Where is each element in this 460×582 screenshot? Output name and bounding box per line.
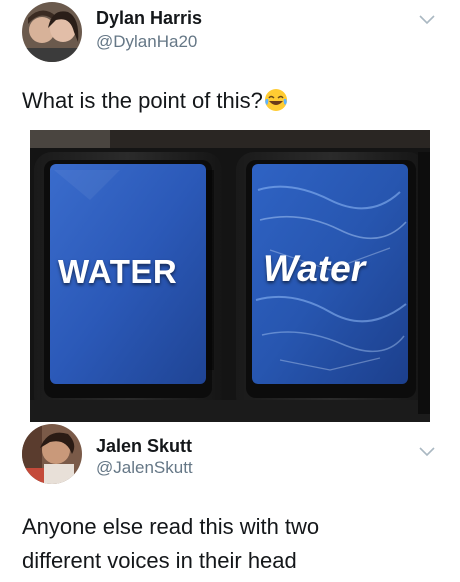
author-name[interactable]: Dylan Harris bbox=[96, 8, 202, 29]
author-handle[interactable]: @DylanHa20 bbox=[96, 32, 197, 52]
tweet-text: What is the point of this? bbox=[22, 84, 438, 118]
reply-text-line: Anyone else read this with two bbox=[22, 514, 320, 539]
tweet-header: Dylan Harris @DylanHa20 bbox=[22, 2, 442, 62]
reply-text-line: different voices in their head bbox=[22, 548, 297, 573]
chevron-down-icon[interactable] bbox=[416, 8, 438, 30]
tweet-text-content: What is the point of this? bbox=[22, 88, 263, 113]
avatar[interactable] bbox=[22, 424, 82, 484]
reply-author-handle[interactable]: @JalenSkutt bbox=[96, 458, 193, 478]
reply-text: Anyone else read this with two different… bbox=[22, 510, 438, 578]
water-caps-label: WATER bbox=[58, 253, 178, 290]
chevron-down-icon[interactable] bbox=[416, 440, 438, 462]
water-title-label: Water bbox=[263, 248, 366, 289]
avatar[interactable] bbox=[22, 2, 82, 62]
reply-header: Jalen Skutt @JalenSkutt bbox=[22, 424, 442, 484]
laughing-crying-emoji-icon bbox=[264, 88, 288, 112]
reply-author-name[interactable]: Jalen Skutt bbox=[96, 436, 192, 457]
